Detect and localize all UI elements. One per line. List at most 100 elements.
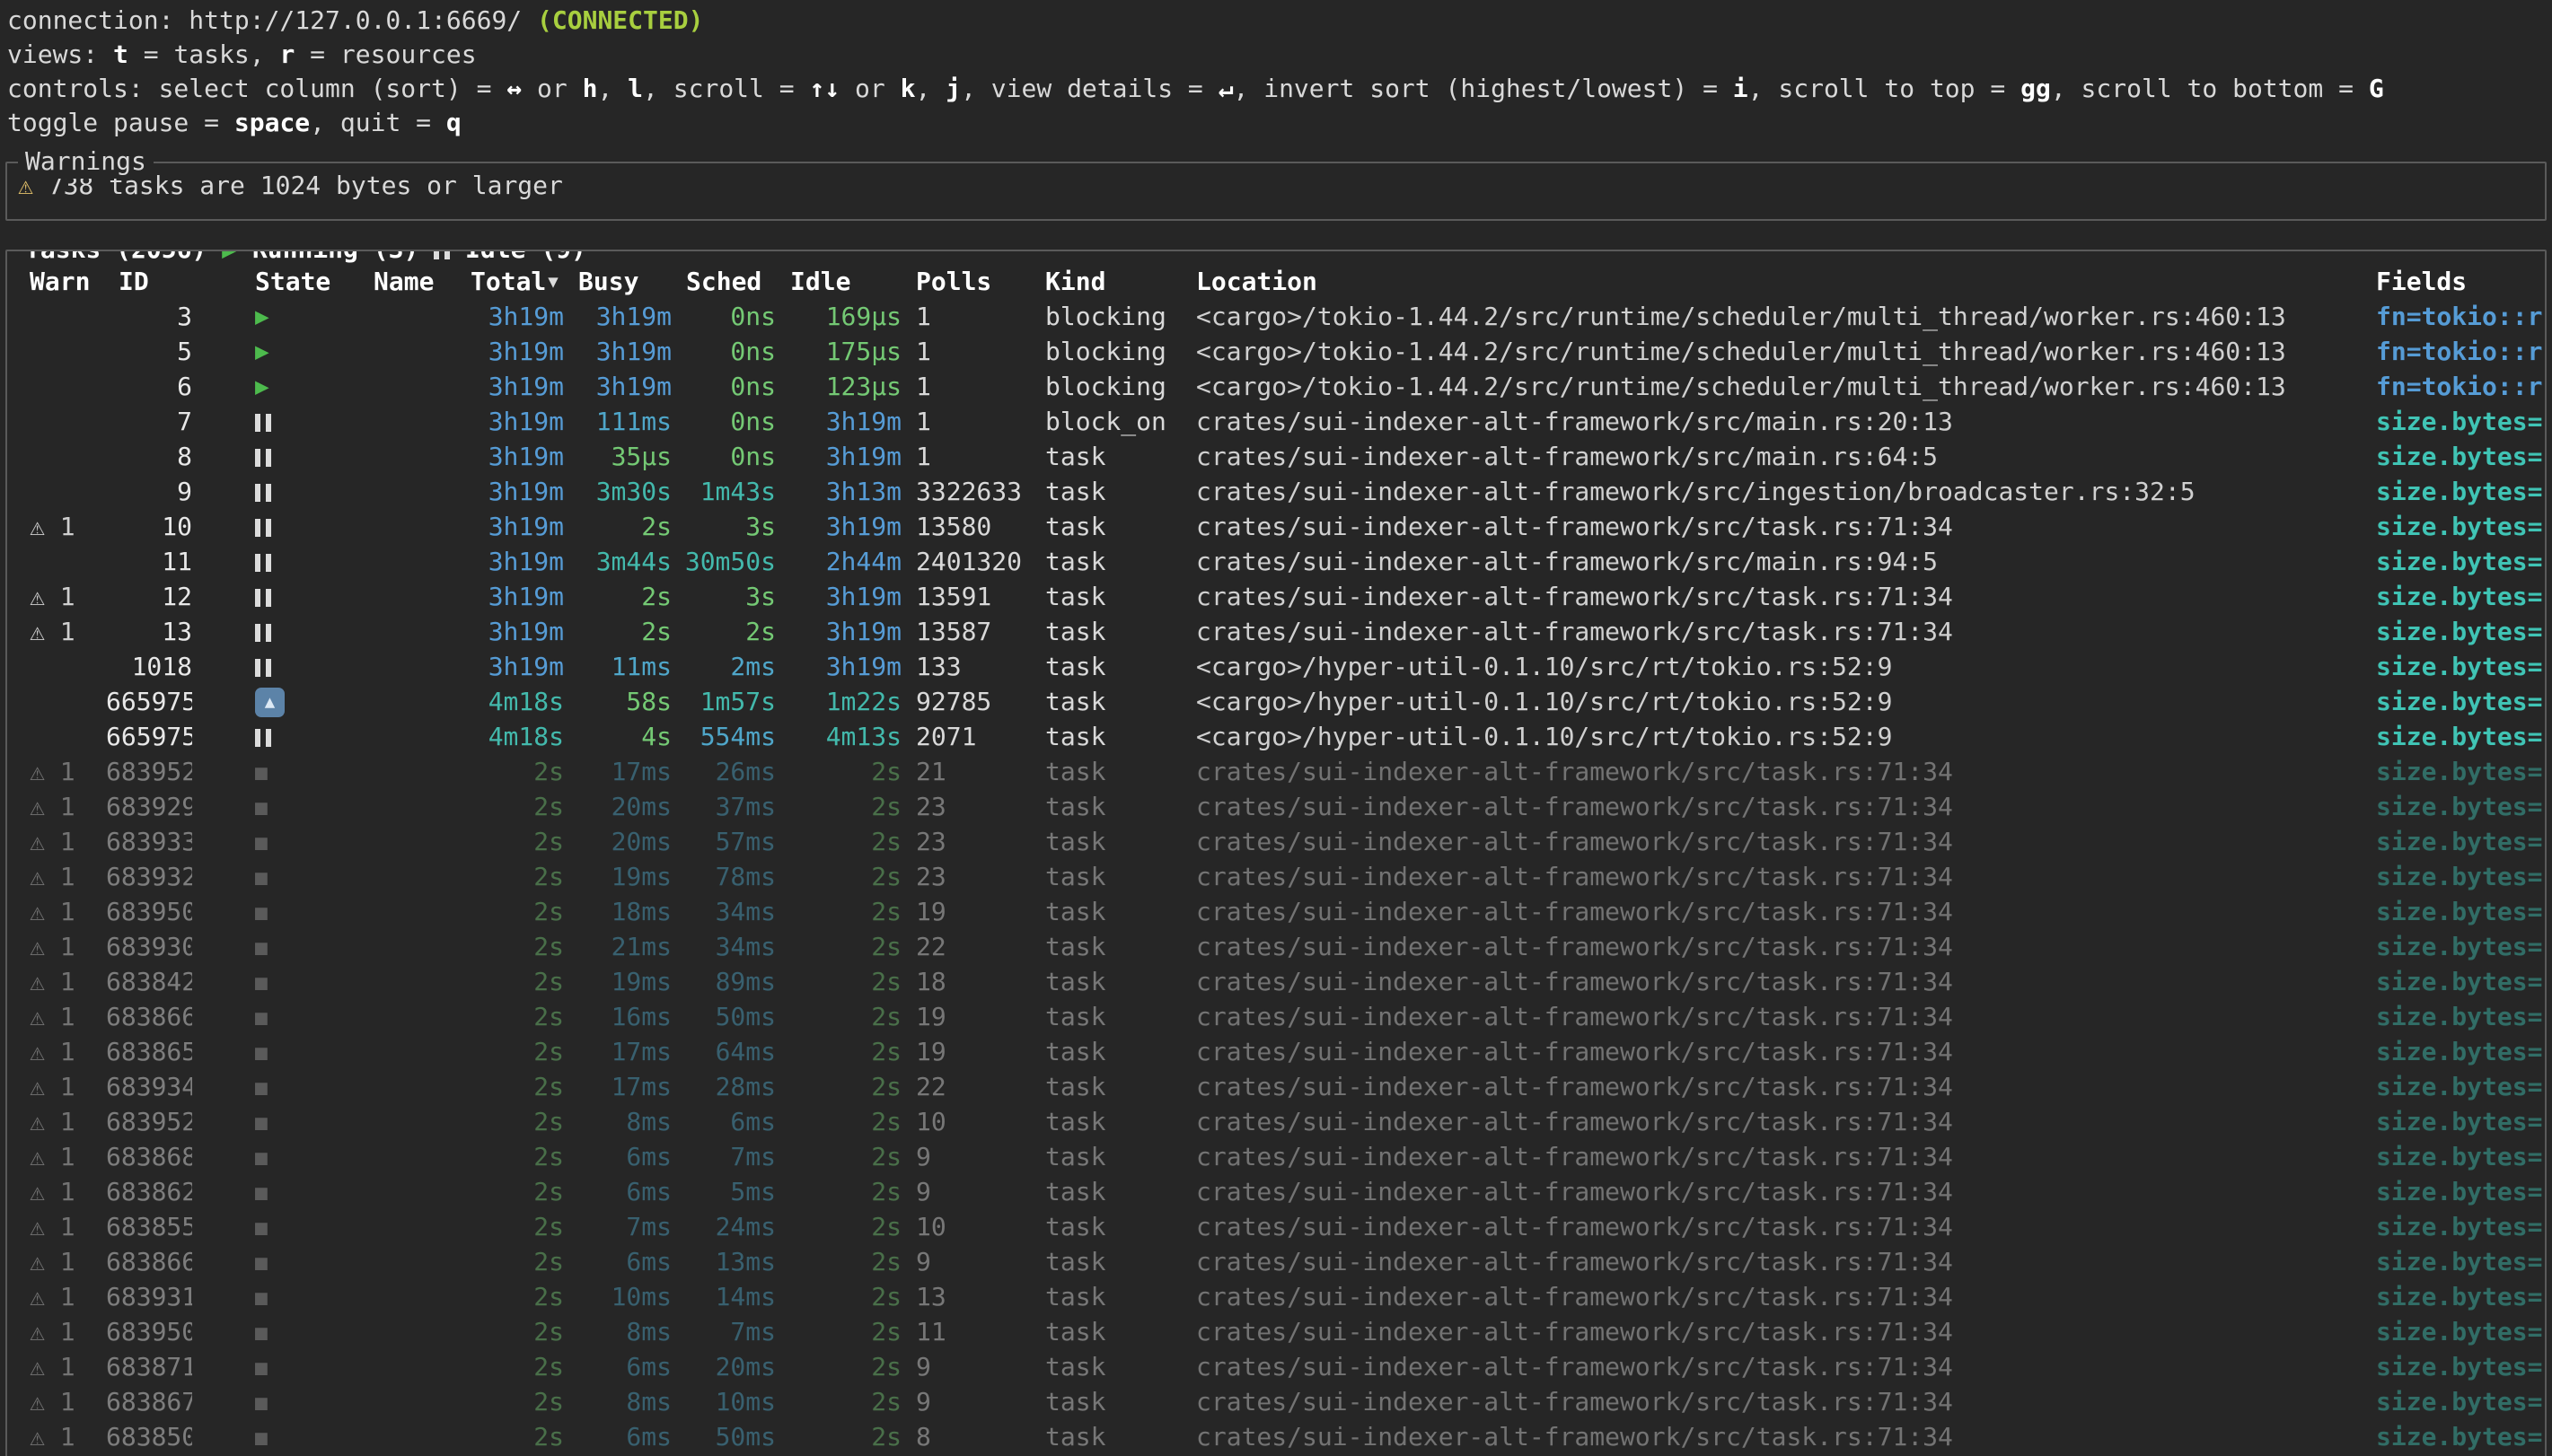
task-row[interactable]: 66597534m18s4s554ms4m13s2071task<cargo>/… xyxy=(7,719,2545,754)
text-segment: t xyxy=(113,39,128,69)
cell-fields: size.bytes= xyxy=(2369,1315,2545,1349)
cell-polls: 22 xyxy=(909,1070,1038,1104)
cell-id: 8 xyxy=(106,440,192,474)
task-row[interactable]: ⚠ 16838674■2s8ms10ms2s9taskcrates/sui-in… xyxy=(7,1384,2545,1419)
task-row[interactable]: 113h19m3m44s30m50s2h44m2401320taskcrates… xyxy=(7,544,2545,579)
column-header-kind[interactable]: Kind xyxy=(1038,265,1189,299)
task-row[interactable]: ⚠ 16838554■2s7ms24ms2s10taskcrates/sui-i… xyxy=(7,1209,2545,1244)
cell-sched: 0ns xyxy=(679,405,783,439)
task-row[interactable]: 83h19m35µs0ns3h19m1taskcrates/sui-indexe… xyxy=(7,439,2545,474)
cell-polls: 9 xyxy=(909,1245,1038,1279)
column-header-fields[interactable]: Fields xyxy=(2369,265,2545,299)
cell-location: crates/sui-indexer-alt-framework/src/ing… xyxy=(1189,475,2369,509)
tasks-table-body: 3▶3h19m3h19m0ns169µs1blocking<cargo>/tok… xyxy=(7,299,2545,1454)
task-row[interactable]: 6659752▲4m18s58s1m57s1m22s92785task<carg… xyxy=(7,684,2545,719)
task-row[interactable]: 6▶3h19m3h19m0ns123µs1blocking<cargo>/tok… xyxy=(7,369,2545,404)
cell-kind: task xyxy=(1038,720,1189,754)
cell-busy: 19ms xyxy=(571,860,679,894)
column-label: Sched xyxy=(686,267,761,296)
column-header-warn[interactable]: Warn xyxy=(20,265,106,299)
cell-idle: 2s xyxy=(783,1420,909,1454)
task-row[interactable]: ⚠ 16839344■2s17ms28ms2s22taskcrates/sui-… xyxy=(7,1069,2545,1104)
cell-total: 4m18s xyxy=(463,685,571,719)
task-row[interactable]: ⚠ 16839290■2s20ms37ms2s23taskcrates/sui-… xyxy=(7,789,2545,824)
column-header-busy[interactable]: Busy xyxy=(571,265,679,299)
cell-total: 3h19m xyxy=(463,580,571,614)
cell-location: crates/sui-indexer-alt-framework/src/mai… xyxy=(1189,545,2369,579)
cell-state: ■ xyxy=(192,1314,366,1350)
task-row[interactable]: ⚠ 16839329■2s19ms78ms2s23taskcrates/sui-… xyxy=(7,859,2545,894)
task-row[interactable]: 3▶3h19m3h19m0ns169µs1blocking<cargo>/tok… xyxy=(7,299,2545,334)
task-row[interactable]: 5▶3h19m3h19m0ns175µs1blocking<cargo>/tok… xyxy=(7,334,2545,369)
cell-polls: 2401320 xyxy=(909,545,1038,579)
task-row[interactable]: 73h19m111ms0ns3h19m1block_oncrates/sui-i… xyxy=(7,404,2545,439)
text-segment: , scroll = xyxy=(643,74,809,103)
cell-warn: ⚠ 1 xyxy=(20,1315,106,1349)
cell-fields: size.bytes= xyxy=(2369,475,2545,509)
cell-kind: task xyxy=(1038,1245,1189,1279)
tasks-table-header: WarnID State NameTotal▼BusySched IdlePollsK… xyxy=(7,264,2545,299)
warn-count: 1 xyxy=(60,932,75,961)
connection-line: connection: http://127.0.0.1:6669/ (CONN… xyxy=(7,4,2552,38)
column-header-sched[interactable]: Sched xyxy=(679,265,783,299)
column-header-id[interactable]: ID xyxy=(106,265,192,299)
cell-kind: task xyxy=(1038,1315,1189,1349)
task-row[interactable]: ⚠ 16839526■2s17ms26ms2s21taskcrates/sui-… xyxy=(7,754,2545,789)
column-header-name[interactable]: Name xyxy=(366,265,463,299)
cell-idle: 1m22s xyxy=(783,685,909,719)
pause-icon xyxy=(255,519,271,537)
cell-id: 6659753 xyxy=(106,720,192,754)
column-header-location[interactable]: Location xyxy=(1189,265,2369,299)
task-row[interactable]: ⚠ 16839509■2s8ms7ms2s11taskcrates/sui-in… xyxy=(7,1314,2545,1349)
cell-total: 2s xyxy=(463,1245,571,1279)
cell-location: crates/sui-indexer-alt-framework/src/tas… xyxy=(1189,1140,2369,1174)
cell-fields: size.bytes= xyxy=(2369,1210,2545,1244)
cell-busy: 6ms xyxy=(571,1420,679,1454)
task-row[interactable]: ⚠ 16838684■2s6ms7ms2s9taskcrates/sui-ind… xyxy=(7,1139,2545,1174)
column-label: State xyxy=(255,267,330,296)
task-row[interactable]: 10183h19m11ms2ms3h19m133task<cargo>/hype… xyxy=(7,649,2545,684)
task-row[interactable]: ⚠ 16838502■2s6ms50ms2s8taskcrates/sui-in… xyxy=(7,1419,2545,1454)
task-row[interactable]: ⚠ 16838664■2s6ms13ms2s9taskcrates/sui-in… xyxy=(7,1244,2545,1279)
text-segment: gg xyxy=(2020,74,2051,103)
task-row[interactable]: ⚠ 16839333■2s20ms57ms2s23taskcrates/sui-… xyxy=(7,824,2545,859)
cell-total: 2s xyxy=(463,1000,571,1034)
cell-idle: 2s xyxy=(783,1315,909,1349)
task-row[interactable]: 93h19m3m30s1m43s3h13m3322633taskcrates/s… xyxy=(7,474,2545,509)
cell-busy: 10ms xyxy=(571,1280,679,1314)
column-header-state[interactable]: State xyxy=(192,265,366,299)
task-row[interactable]: ⚠ 1133h19m2s2s3h19m13587taskcrates/sui-i… xyxy=(7,614,2545,649)
task-row[interactable]: ⚠ 16838626■2s6ms5ms2s9taskcrates/sui-ind… xyxy=(7,1174,2545,1209)
warn-count: 1 xyxy=(60,757,75,786)
cell-polls: 19 xyxy=(909,1000,1038,1034)
warn-count: 1 xyxy=(60,1142,75,1171)
cell-polls: 1 xyxy=(909,335,1038,369)
cell-location: crates/sui-indexer-alt-framework/src/tas… xyxy=(1189,1315,2369,1349)
cell-id: 6838502 xyxy=(106,1420,192,1454)
task-row[interactable]: ⚠ 1123h19m2s3s3h19m13591taskcrates/sui-i… xyxy=(7,579,2545,614)
task-row[interactable]: ⚠ 16839521■2s8ms6ms2s10taskcrates/sui-in… xyxy=(7,1104,2545,1139)
task-row[interactable]: ⚠ 16838714■2s6ms20ms2s9taskcrates/sui-in… xyxy=(7,1349,2545,1384)
idle-count: Idle (9) xyxy=(450,250,586,264)
column-header-idle[interactable]: Idle xyxy=(783,265,909,299)
cell-state: ▶ xyxy=(192,299,366,334)
task-row[interactable]: ⚠ 16839301■2s21ms34ms2s22taskcrates/sui-… xyxy=(7,929,2545,964)
task-row[interactable]: ⚠ 16838428■2s19ms89ms2s18taskcrates/sui-… xyxy=(7,964,2545,999)
tasks-count: Tasks (2056) xyxy=(25,250,222,264)
pause-icon xyxy=(255,554,271,572)
column-header-polls[interactable]: Polls xyxy=(909,265,1038,299)
cell-idle: 2s xyxy=(783,1070,909,1104)
task-row[interactable]: ⚠ 1103h19m2s3s3h19m13580taskcrates/sui-i… xyxy=(7,509,2545,544)
cell-busy: 16ms xyxy=(571,1000,679,1034)
text-segment: or xyxy=(522,74,582,103)
task-row[interactable]: ⚠ 16838661■2s16ms50ms2s19taskcrates/sui-… xyxy=(7,999,2545,1034)
cell-state: ■ xyxy=(192,1349,366,1385)
cell-id: 6838626 xyxy=(106,1175,192,1209)
task-row[interactable]: ⚠ 16839311■2s10ms14ms2s13taskcrates/sui-… xyxy=(7,1279,2545,1314)
cell-location: <cargo>/tokio-1.44.2/src/runtime/schedul… xyxy=(1189,335,2369,369)
task-row[interactable]: ⚠ 16838659■2s17ms64ms2s19taskcrates/sui-… xyxy=(7,1034,2545,1069)
text-segment: l xyxy=(628,74,643,103)
column-header-total[interactable]: Total▼ xyxy=(463,265,571,299)
views-line: views: t = tasks, r = resources xyxy=(7,38,2552,72)
task-row[interactable]: ⚠ 16839508■2s18ms34ms2s19taskcrates/sui-… xyxy=(7,894,2545,929)
